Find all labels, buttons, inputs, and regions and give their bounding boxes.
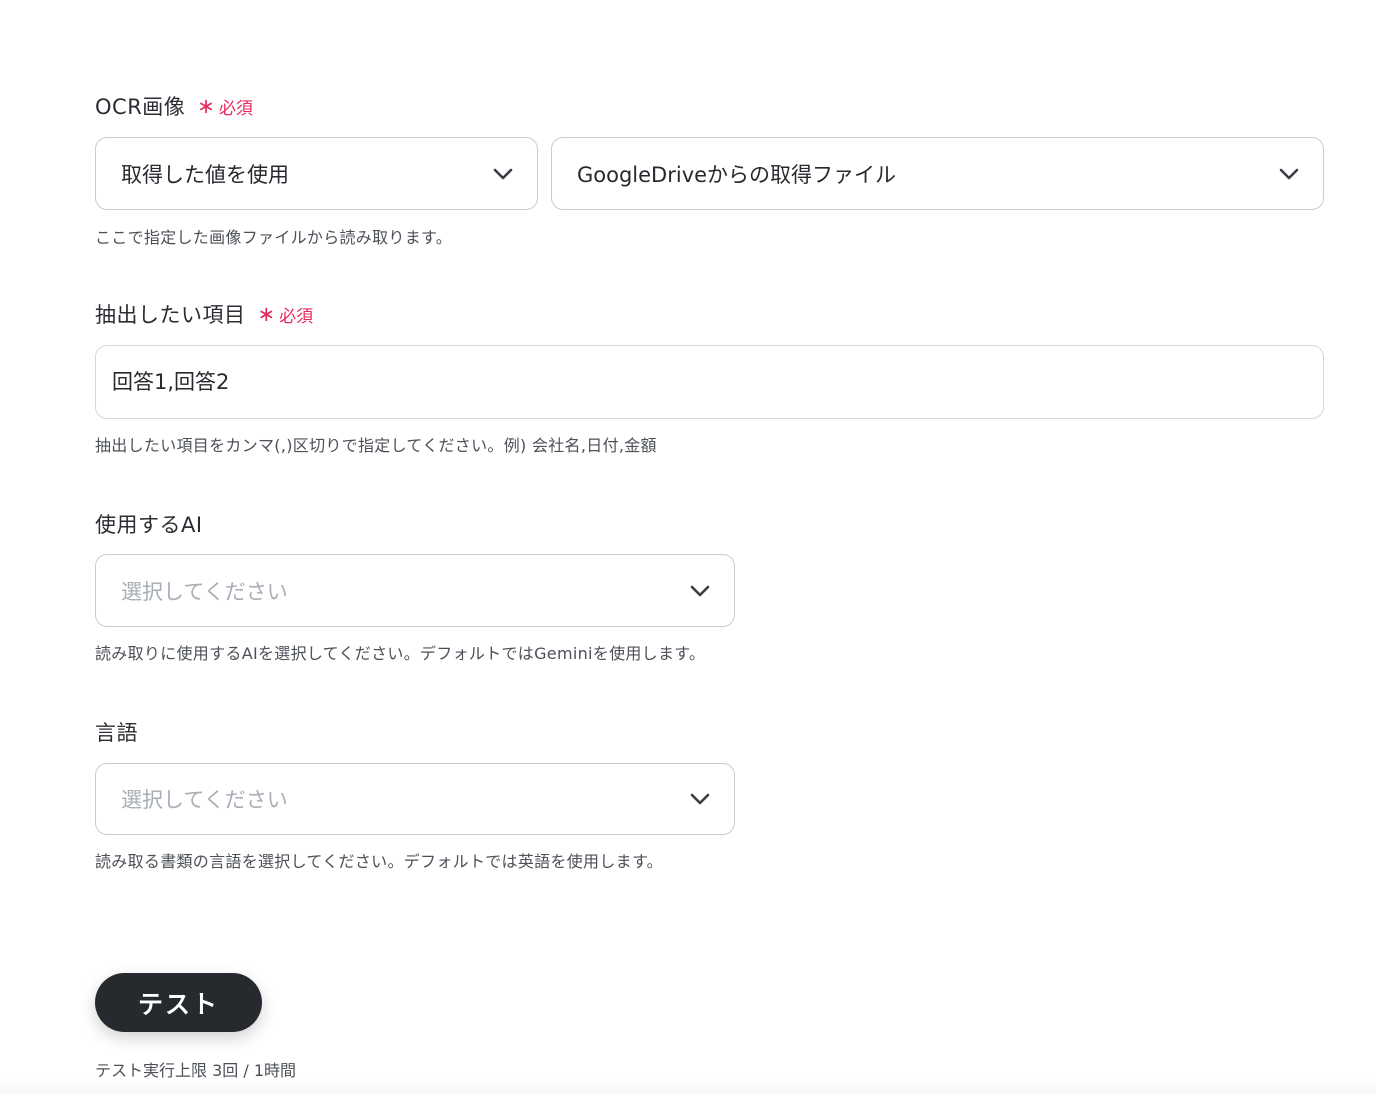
ocr-file-select[interactable]: GoogleDriveからの取得ファイル [551,137,1324,210]
language-select[interactable]: 選択してください [95,763,735,835]
chevron-down-icon [690,585,710,596]
required-label: 必須 [279,306,314,327]
ocr-image-help: ここで指定した画像ファイルから読み取ります。 [95,228,453,247]
language-select-placeholder: 選択してください [121,788,288,812]
asterisk-icon: ∗ [197,93,215,118]
language-select-help: 読み取る書類の言語を選択してください。デフォルトでは英語を使用します。 [95,852,663,871]
required-label: 必須 [218,98,253,119]
ai-select[interactable]: 選択してください [95,554,735,627]
ai-select-help: 読み取りに使用するAIを選択してください。デフォルトではGeminiを使用します… [95,644,706,663]
extract-items-input-value: 回答1,回答2 [112,370,230,394]
ai-select-label: 使用するAI [95,513,203,537]
ocr-source-select[interactable]: 取得した値を使用 [95,137,538,210]
required-marker: ∗ 必須 [197,94,253,119]
language-select-label: 言語 [95,721,138,745]
ai-select-placeholder: 選択してください [121,579,288,604]
chevron-down-icon [493,168,513,179]
bottom-fade [0,1078,1376,1094]
extract-items-label-row: 抽出したい項目 ∗ 必須 [95,300,313,328]
extract-items-input[interactable]: 回答1,回答2 [95,345,1324,419]
language-select-label-row: 言語 [95,718,138,746]
extract-items-help: 抽出したい項目をカンマ(,)区切りで指定してください。例) 会社名,日付,金額 [95,436,657,455]
chevron-down-icon [1279,168,1299,179]
ocr-image-label-row: OCR画像 ∗ 必須 [95,92,253,120]
ocr-source-select-value: 取得した値を使用 [121,162,289,187]
ocr-image-label: OCR画像 [95,95,186,119]
asterisk-icon: ∗ [257,301,276,326]
chevron-down-icon [690,793,710,805]
ocr-image-field: OCR画像 ∗ 必須 [95,92,253,120]
required-marker: ∗ 必須 [258,302,314,327]
extract-items-label: 抽出したい項目 [95,303,246,327]
test-button[interactable]: テスト [95,973,262,1032]
ai-select-label-row: 使用するAI [95,510,203,538]
ocr-file-select-value: GoogleDriveからの取得ファイル [577,162,897,187]
ai-select-field: 使用するAI [95,510,203,538]
extract-items-field: 抽出したい項目 ∗ 必須 [95,300,313,328]
language-select-field: 言語 [95,718,138,746]
